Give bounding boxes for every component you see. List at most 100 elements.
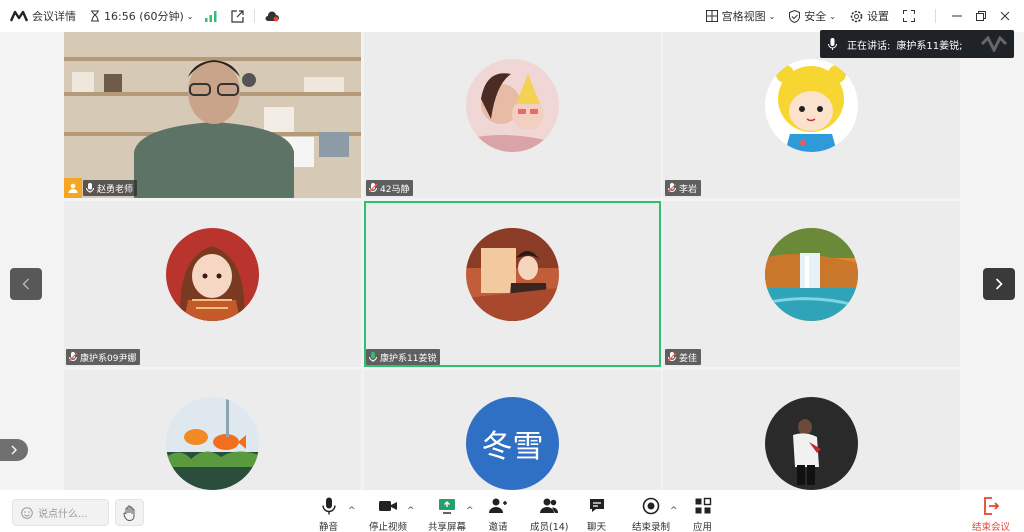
chat-button[interactable]: 聊天 [587,497,606,532]
avatar: 冬雪 [466,397,559,490]
mute-options-caret[interactable]: ^ [348,506,356,516]
record-options-caret[interactable]: ^ [670,506,678,516]
participant-tile[interactable]: 赵勇老师 [64,32,361,198]
view-mode-button[interactable]: 宫格视图 ⌄ [705,8,776,24]
host-badge [64,178,82,198]
participant-tile[interactable]: 康护系09尹娜 [64,201,361,367]
signal-strength-icon[interactable] [205,10,217,22]
raise-hand-icon [122,505,134,521]
quick-chat-input[interactable]: 说点什么... [12,499,109,526]
participant-name: 赵勇老师 [97,184,134,195]
minimize-icon [952,15,962,17]
meeting-time: 16:56 (60分钟) [104,10,184,23]
mic-muted-icon [668,183,676,193]
divider [935,9,936,23]
participant-tile[interactable]: 姜佳 [663,201,960,367]
share-screen-label: 共享屏幕 [428,522,467,532]
next-page-button[interactable] [983,268,1015,300]
members-button[interactable]: 成员(14) [530,497,569,532]
meeting-timer[interactable]: 16:56 (60分钟) ⌄ [90,8,193,24]
restore-icon [976,11,986,21]
mute-button[interactable]: 静音 [319,497,338,532]
chevron-left-icon [22,278,29,290]
chevron-down-icon: ⌄ [186,11,194,21]
user-icon [68,183,78,193]
participant-name-tag: 康护系11姜锐 [366,349,441,365]
external-link-icon[interactable] [231,9,245,23]
restore-button[interactable] [970,0,992,32]
participant-name: 姜佳 [679,353,698,364]
avatar [765,397,858,490]
end-record-button[interactable]: 结束录制 [632,497,670,532]
end-record-label: 结束录制 [632,522,671,532]
app-logo-icon [10,10,28,22]
avatar [166,397,259,490]
members-icon [540,498,559,513]
participant-name-tag: 姜佳 [665,349,702,365]
end-meeting-label: 结束会议 [971,522,1010,532]
share-options-caret[interactable]: ^ [466,506,474,516]
participant-tile[interactable] [64,370,361,490]
participant-name: 李岩 [679,184,698,195]
hourglass-icon [91,10,99,22]
speaking-name: 康护系11姜锐; [896,40,963,52]
avatar [765,59,858,152]
divider [254,9,256,23]
participant-tile[interactable] [663,370,960,490]
top-bar: 会议详情 16:56 (60分钟) ⌄ 宫格视图 ⌄ 安全 ⌄ 设置 [0,0,1024,32]
fullscreen-icon[interactable] [903,10,915,22]
apps-button[interactable]: 应用 [693,497,712,532]
invite-button[interactable]: 邀请 [488,497,508,532]
gear-icon [850,10,863,22]
participant-name-tag: 康护系09尹娜 [66,349,141,365]
stop-video-label: 停止视频 [369,522,408,532]
members-label: 成员(14) [530,522,569,532]
record-stop-icon [642,497,660,515]
mic-muted-icon [69,352,77,362]
exit-icon [984,497,999,515]
microphone-icon [321,497,336,515]
share-screen-button[interactable]: 共享屏幕 [428,497,466,532]
chevron-down-icon: ⌄ [829,11,836,21]
stop-video-button[interactable]: 停止视频 [369,497,407,532]
speaking-indicator: 正在讲话: 康护系11姜锐; [820,30,1014,58]
participant-name: 康护系09尹娜 [80,353,137,364]
speaking-label: 正在讲话: [847,40,891,52]
cloud-record-icon[interactable] [265,10,280,22]
chat-placeholder: 说点什么... [38,509,88,520]
close-button[interactable] [994,0,1016,32]
apps-icon [695,497,711,514]
participant-tile-active[interactable]: 康护系11姜锐 [364,201,661,367]
meeting-details-link[interactable]: 会议详情 [32,8,76,24]
end-meeting-button[interactable]: 结束会议 [972,497,1010,532]
expand-panel-button[interactable] [0,439,28,461]
avatar [466,228,559,321]
avatar [466,59,559,152]
participant-name: 康护系11姜锐 [380,353,437,364]
add-user-icon [489,498,507,513]
avatar [765,228,858,321]
mic-muted-icon [668,352,676,362]
settings-label: 设置 [867,10,889,23]
video-options-caret[interactable]: ^ [407,506,415,516]
participant-tile[interactable]: 42马静 [364,32,661,198]
mic-icon [828,38,837,50]
raise-hand-button[interactable] [115,499,144,526]
chevron-down-icon: ⌄ [768,11,776,21]
apps-label: 应用 [693,522,713,532]
mic-icon [86,183,94,193]
video-camera-icon [379,501,397,511]
participant-name-tag: 赵勇老师 [83,180,138,196]
participant-tile[interactable]: 冬雪 [364,370,661,490]
minimize-button[interactable] [946,0,968,32]
emoji-icon [21,506,33,519]
security-button[interactable]: 安全 ⌄ [789,8,836,24]
bottom-toolbar: 说点什么... 静音 ^ 停止视频 ^ 共享屏幕 ^ 邀请 成员(14) 聊天 … [0,490,1024,532]
audio-wave-icon [980,36,1008,52]
chat-label: 聊天 [587,522,607,532]
prev-page-button[interactable] [10,268,42,300]
shield-icon [789,9,801,23]
participant-name-tag: 李岩 [665,180,702,196]
host-video-feed [64,32,361,198]
settings-button[interactable]: 设置 [850,8,889,24]
